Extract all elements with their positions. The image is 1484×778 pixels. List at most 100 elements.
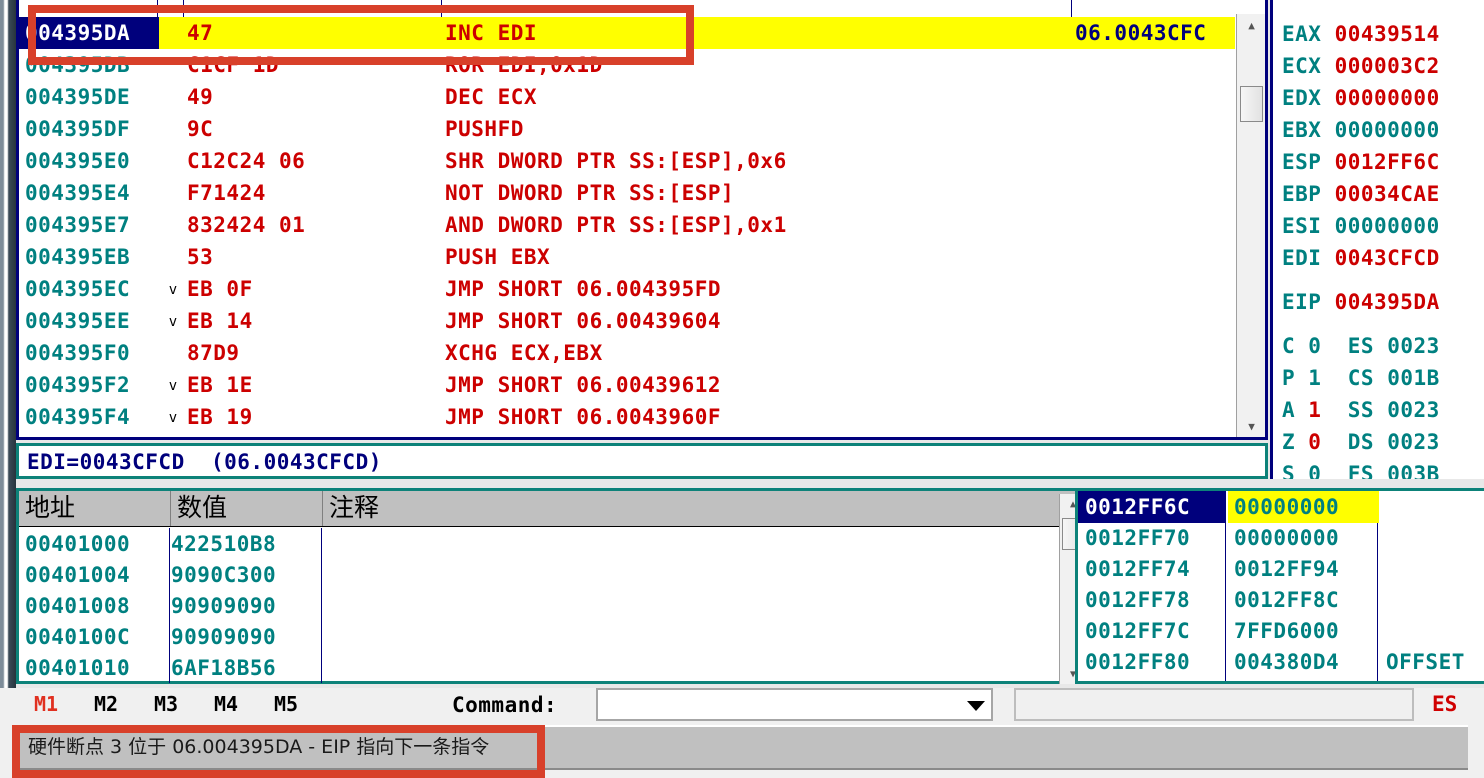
disassembly-row[interactable]: 004395DB C1CF 1D ROR EDI,0x1D bbox=[19, 49, 1235, 81]
disassembly-mnemonic: ROR EDI,0x1D bbox=[445, 53, 603, 77]
memory-dump-panel[interactable]: 地址 数值 注释 00401000 422510B8 00401004 9090C300 0… bbox=[16, 488, 1085, 684]
chevron-down-icon[interactable] bbox=[967, 701, 985, 711]
disassembly-comment bbox=[1075, 177, 1235, 209]
disassembly-opcode-bytes: 9C bbox=[187, 117, 214, 141]
disassembly-row-list[interactable]: 004395DA 47 INC EDI 06.0043CFC 004395DB C1CF … bbox=[19, 17, 1235, 437]
flag-row[interactable]: P 1 CS 001B bbox=[1282, 362, 1482, 394]
jump-arrow-icon: v bbox=[168, 282, 178, 298]
instruction-hint-text: EDI=0043CFCD (06.0043CFCD) bbox=[27, 450, 382, 474]
disassembly-row[interactable]: 004395F6 E8 0F000000 CALL 06.0043960A bbox=[19, 433, 1235, 437]
disassembly-mnemonic: JMP SHORT 06.00439604 bbox=[445, 309, 722, 333]
flag-row[interactable]: S 0 FS 003B bbox=[1282, 458, 1482, 479]
flag-row[interactable]: A 1 SS 0023 bbox=[1282, 394, 1482, 426]
flag-row[interactable]: C 0 ES 0023 bbox=[1282, 330, 1482, 362]
memory-bookmark-button-m1[interactable]: M1 bbox=[34, 690, 58, 718]
disassembly-mnemonic: NOT DWORD PTR SS:[ESP] bbox=[445, 181, 735, 205]
disassembly-row[interactable]: 004395F2 v EB 1E JMP SHORT 06.00439612 bbox=[19, 369, 1235, 401]
stack-address: 0012FF74 bbox=[1085, 557, 1191, 581]
register-name: EDI bbox=[1282, 246, 1335, 270]
disassembly-row[interactable]: 004395E4 F71424 NOT DWORD PTR SS:[ESP] bbox=[19, 177, 1235, 209]
dump-address: 00401010 bbox=[25, 656, 131, 680]
disassembly-row[interactable]: 004395F0 87D9 XCHG ECX,EBX bbox=[19, 337, 1235, 369]
segment-name: FS bbox=[1347, 462, 1388, 479]
disassembly-row[interactable]: 004395F4 v EB 19 JMP SHORT 06.0043960F bbox=[19, 401, 1235, 433]
segment-value: 0023 bbox=[1387, 430, 1440, 454]
segment-name: SS bbox=[1347, 398, 1388, 422]
memory-bookmark-button-m2[interactable]: M2 bbox=[94, 690, 118, 718]
stack-panel[interactable]: 0012FF6C 00000000 0012FF70 00000000 0012FF74… bbox=[1075, 488, 1484, 684]
dump-row[interactable]: 00401010 6AF18B56 bbox=[19, 652, 1081, 683]
disassembly-comment bbox=[1075, 337, 1235, 369]
disassembly-comment bbox=[1075, 273, 1235, 305]
command-combobox[interactable] bbox=[596, 688, 993, 721]
disassembly-comment bbox=[1075, 433, 1235, 437]
disassembly-row[interactable]: 004395E0 C12C24 06 SHR DWORD PTR SS:[ESP],… bbox=[19, 145, 1235, 177]
jump-arrow-icon bbox=[161, 209, 185, 241]
dump-row-list[interactable]: 00401000 422510B8 00401004 9090C300 00401008… bbox=[19, 528, 1081, 683]
register-value: 0012FF6C bbox=[1334, 150, 1440, 174]
stack-row[interactable]: 0012FF74 0012FF94 bbox=[1078, 553, 1484, 584]
disassembly-comment bbox=[1075, 113, 1235, 145]
stack-row[interactable]: 0012FF70 00000000 bbox=[1078, 522, 1484, 553]
segment-name: DS bbox=[1347, 430, 1388, 454]
disassembly-comment bbox=[1075, 145, 1235, 177]
dump-column-header[interactable]: 数值 bbox=[171, 491, 323, 526]
memory-bookmark-button-m5[interactable]: M5 bbox=[274, 690, 298, 718]
register-row[interactable]: EDI 0043CFCD bbox=[1282, 242, 1482, 274]
register-row[interactable]: EBP 00034CAE bbox=[1282, 178, 1482, 210]
disassembly-address: 004395EB bbox=[25, 245, 131, 269]
disassembly-address: 004395F6 bbox=[19, 433, 159, 437]
disassembly-comment bbox=[1075, 81, 1235, 113]
scroll-down-icon[interactable]: ▼ bbox=[1237, 415, 1266, 437]
disassembly-scrollbar[interactable]: ▲ ▼ bbox=[1236, 14, 1265, 437]
jump-arrow-icon: v bbox=[168, 410, 178, 426]
stack-row[interactable]: 0012FF7C 7FFD6000 bbox=[1078, 615, 1484, 646]
stack-value: 004380D4 bbox=[1234, 650, 1340, 674]
register-row-eip[interactable]: EIP 004395DA bbox=[1282, 286, 1482, 318]
auxiliary-field[interactable] bbox=[1014, 688, 1414, 721]
register-name: EDX bbox=[1282, 86, 1335, 110]
dump-row[interactable]: 00401000 422510B8 bbox=[19, 528, 1081, 559]
dump-row[interactable]: 00401004 9090C300 bbox=[19, 559, 1081, 590]
disassembly-opcode-bytes: EB 14 bbox=[187, 309, 253, 333]
memory-bookmark-button-m3[interactable]: M3 bbox=[154, 690, 178, 718]
disassembly-row[interactable]: 004395EC v EB 0F JMP SHORT 06.004395FD bbox=[19, 273, 1235, 305]
register-row[interactable]: EBX 00000000 bbox=[1282, 114, 1482, 146]
register-row[interactable]: ECX 000003C2 bbox=[1282, 50, 1482, 82]
stack-row-list[interactable]: 0012FF6C 00000000 0012FF70 00000000 0012FF74… bbox=[1078, 491, 1484, 681]
dump-column-header[interactable]: 地址 bbox=[19, 491, 171, 526]
dump-value: 6AF18B56 bbox=[171, 656, 277, 680]
stack-address: 0012FF7C bbox=[1085, 619, 1191, 643]
register-row[interactable]: EDX 00000000 bbox=[1282, 82, 1482, 114]
window-frame-edge bbox=[0, 0, 16, 690]
dump-column-header[interactable]: 注释 bbox=[323, 491, 1081, 526]
disassembly-row[interactable]: 004395EE v EB 14 JMP SHORT 06.00439604 bbox=[19, 305, 1235, 337]
register-name: ECX bbox=[1282, 54, 1335, 78]
disassembly-row[interactable]: 004395DA 47 INC EDI 06.0043CFC bbox=[19, 17, 1235, 49]
dump-row[interactable]: 0040100C 90909090 bbox=[19, 621, 1081, 652]
disassembly-row[interactable]: 004395DF 9C PUSHFD bbox=[19, 113, 1235, 145]
scrollbar-thumb[interactable] bbox=[1240, 86, 1263, 122]
stack-row[interactable]: 0012FF80 004380D4 OFFSET bbox=[1078, 646, 1484, 677]
disassembly-opcode-bytes: 53 bbox=[187, 245, 214, 269]
disassembly-row[interactable]: 004395E7 832424 01 AND DWORD PTR SS:[ESP],… bbox=[19, 209, 1235, 241]
disassembly-row[interactable]: 004395EB 53 PUSH EBX bbox=[19, 241, 1235, 273]
dump-row[interactable]: 00401008 90909090 bbox=[19, 590, 1081, 621]
disassembly-row[interactable]: 004395DE 49 DEC ECX bbox=[19, 81, 1235, 113]
segment-value: 0023 bbox=[1387, 398, 1440, 422]
dump-column-headers[interactable]: 地址 数值 注释 bbox=[19, 491, 1081, 527]
registers-content[interactable]: EAX 00439514 ECX 000003C2 EDX 00000000 EBX … bbox=[1270, 14, 1484, 479]
register-row[interactable]: EAX 00439514 bbox=[1282, 18, 1482, 50]
dump-address: 0040100C bbox=[25, 625, 131, 649]
command-input[interactable] bbox=[602, 693, 956, 719]
register-row[interactable]: ESP 0012FF6C bbox=[1282, 146, 1482, 178]
memory-bookmark-button-m4[interactable]: M4 bbox=[214, 690, 238, 718]
register-row[interactable]: ESI 00000000 bbox=[1282, 210, 1482, 242]
stack-row[interactable]: 0012FF78 0012FF8C bbox=[1078, 584, 1484, 615]
jump-arrow-icon bbox=[161, 145, 185, 177]
flag-row[interactable]: Z 0 DS 0023 bbox=[1282, 426, 1482, 458]
stack-row[interactable]: 0012FF6C 00000000 bbox=[1078, 491, 1484, 523]
scroll-up-icon[interactable]: ▲ bbox=[1237, 14, 1266, 36]
jump-arrow-icon bbox=[161, 177, 185, 209]
